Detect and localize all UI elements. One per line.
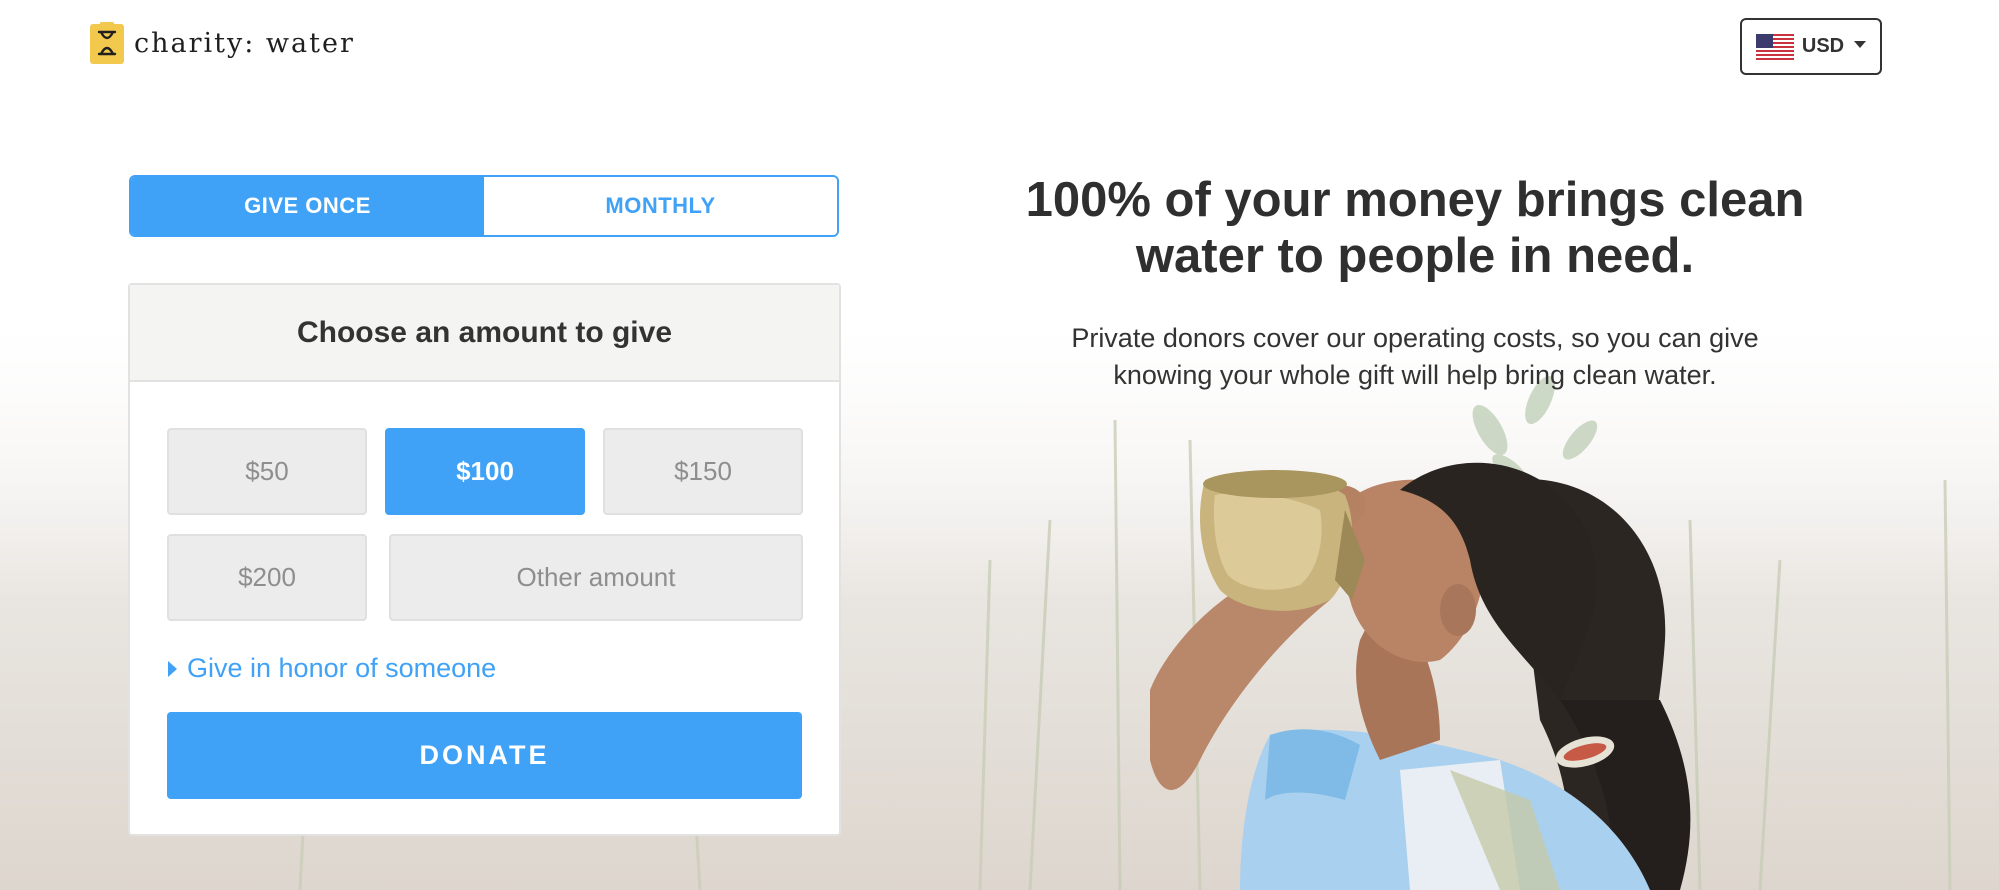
give-in-honor-link[interactable]: Give in honor of someone (168, 653, 496, 684)
us-flag-icon (1755, 33, 1794, 60)
hero-headline-line-1: 100% of your money brings clean (1025, 173, 1805, 227)
hero-headline-line-2: water to people in need. (1135, 229, 1695, 283)
amount-150-button[interactable]: $150 (603, 428, 803, 515)
currency-label: USD (1801, 35, 1845, 57)
give-once-tab[interactable]: GIVE ONCE (131, 177, 484, 235)
currency-selector[interactable]: USD (1740, 18, 1882, 75)
hero-headline: 100% of your money brings clean water to… (1010, 172, 1820, 284)
jerrycan-icon (90, 22, 124, 64)
hero-subcopy-line-1: Private donors cover our operating costs… (1071, 323, 1759, 353)
donate-button[interactable]: DONATE (167, 712, 802, 799)
give-in-honor-label: Give in honor of someone (187, 653, 497, 683)
frequency-toggle: GIVE ONCE MONTHLY (129, 175, 839, 237)
amount-200-button[interactable]: $200 (167, 534, 367, 621)
amount-50-button[interactable]: $50 (167, 428, 367, 515)
caret-right-icon (168, 660, 177, 677)
hero-subcopy-line-2: knowing your whole gift will help bring … (1113, 360, 1717, 390)
chevron-down-icon (1854, 41, 1867, 48)
amount-100-button[interactable]: $100 (385, 428, 585, 515)
hero-subcopy: Private donors cover our operating costs… (1010, 320, 1820, 394)
donation-card-title: Choose an amount to give (130, 285, 839, 382)
logo-wordmark: charity: water (134, 27, 355, 59)
monthly-tab[interactable]: MONTHLY (484, 177, 837, 235)
donation-card: Choose an amount to give $50 $100 $150 $… (128, 283, 841, 836)
charity-water-logo[interactable]: charity: water (90, 22, 355, 64)
other-amount-input[interactable]: Other amount (389, 534, 803, 621)
